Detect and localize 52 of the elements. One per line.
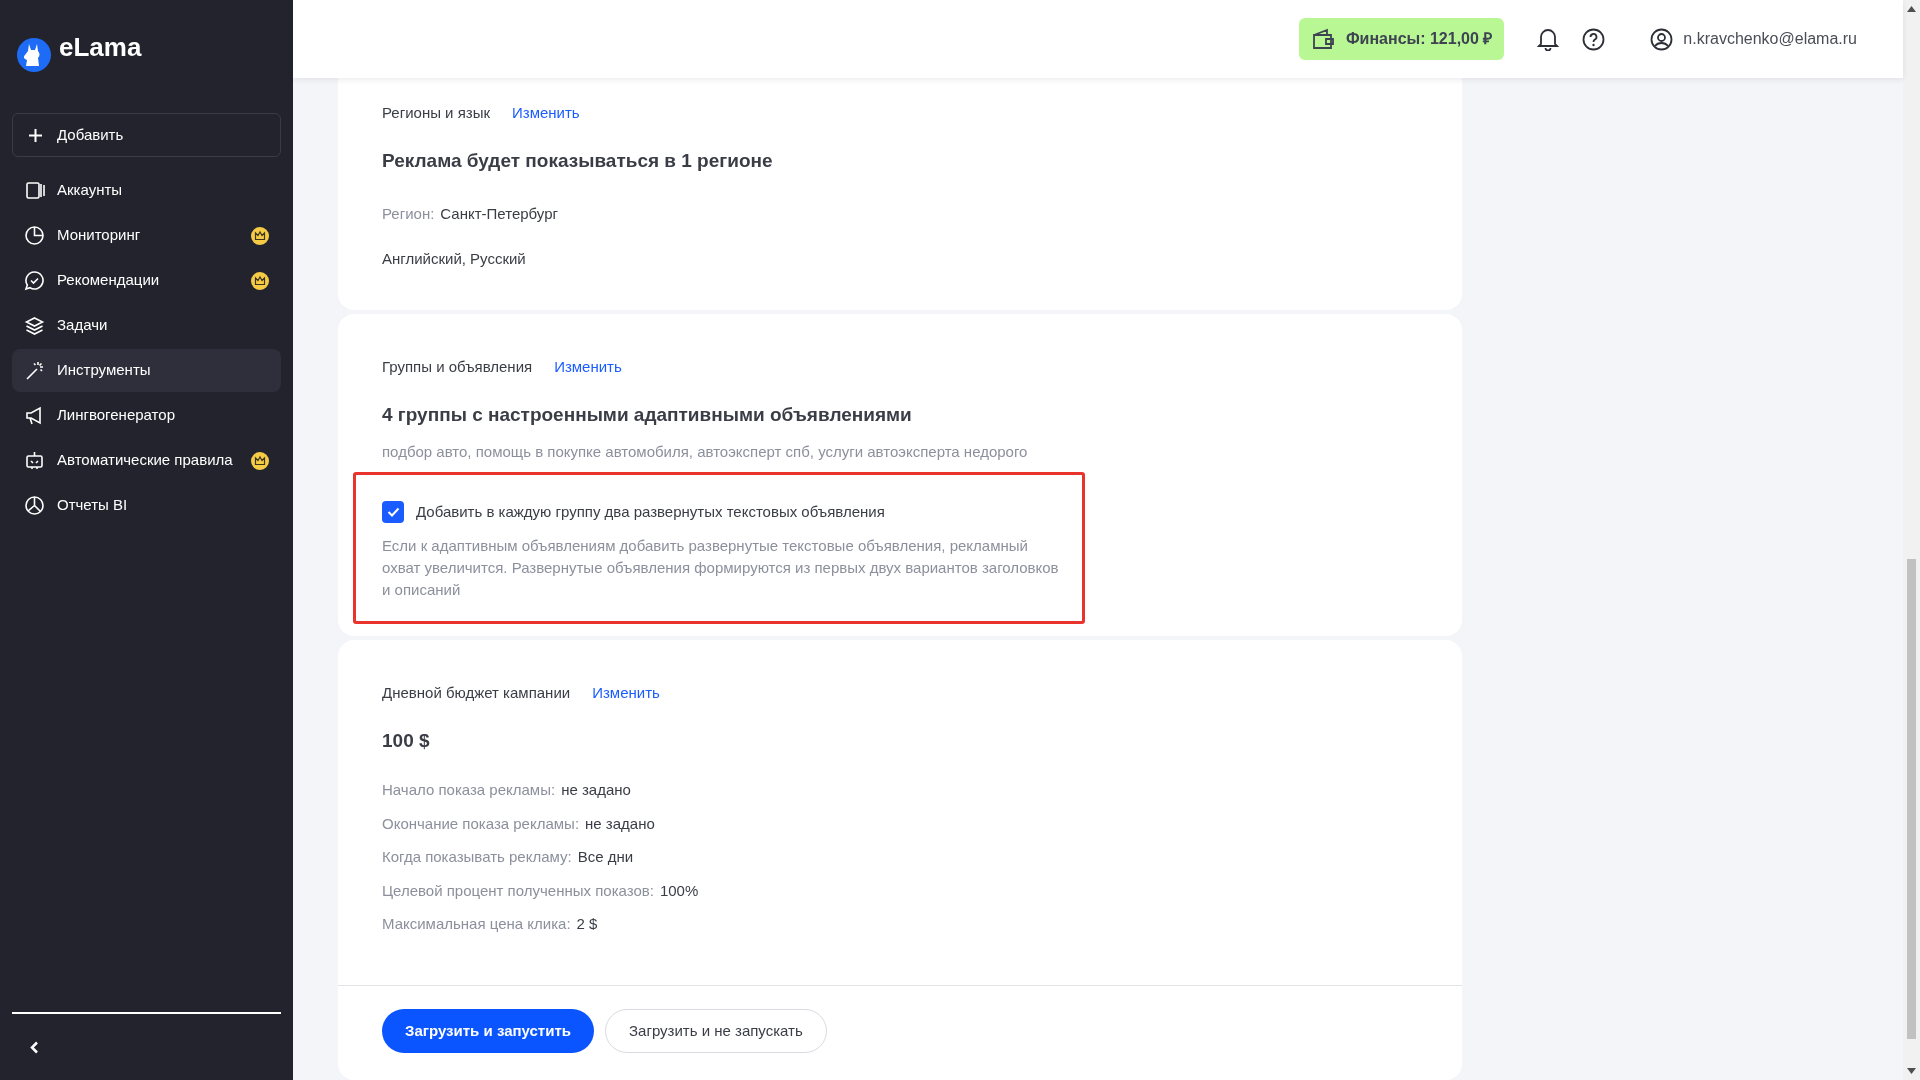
upload-and-start-button[interactable]: Загрузить и запустить (382, 1009, 594, 1053)
wallet-icon (1310, 28, 1335, 50)
checkbox-label: Добавить в каждую группу два развернутых текстовых объявления (416, 501, 885, 522)
detail-label: Регион: (382, 204, 435, 224)
detail-value: не задано (585, 813, 655, 834)
edit-link[interactable]: Изменить (512, 102, 580, 125)
sidebar-item[interactable]: Мониторинг (12, 214, 281, 257)
user-menu[interactable]: n.kravchenko@elama.ru (1650, 27, 1857, 51)
section-heading: 4 группы с настроенными адаптивными объявлениями (382, 402, 913, 427)
option-description: Если к адаптивным объявлениям добавить развернутые текстовые объявления, рекламный охват увеличится. Развернутые объявления формируются из первых двух вариантов заголовков и описаний (382, 536, 1060, 600)
detail-value: Все дни (577, 847, 634, 867)
detail-value: Санкт-Петербург (440, 204, 558, 224)
sidebar-item[interactable]: Рекомендации (12, 259, 281, 302)
scrollbar-thumb[interactable] (1907, 559, 1916, 1039)
sidebar-item[interactable]: Задачи (12, 304, 281, 347)
scrollbar[interactable] (1903, 0, 1920, 1080)
edit-link[interactable]: Изменить (592, 682, 660, 705)
detail-value: не задано (561, 780, 631, 800)
sidebar-item[interactable]: Аккаунты (12, 169, 281, 212)
section-label: Дневной бюджет кампании (382, 683, 571, 703)
keywords-text: подбор авто, помощь в покупке автомобиля, автоэксперт спб, услуги автоэксперта недорого (382, 442, 1029, 462)
edit-link[interactable]: Изменить (554, 356, 622, 379)
logo-text: eLama (59, 34, 142, 60)
detail-label: Когда показывать рекламу: (382, 847, 572, 867)
help-icon[interactable] (1582, 27, 1606, 51)
languages-text: Английский, Русский (382, 248, 527, 269)
detail-label: Максимальная цена клика: (382, 914, 571, 934)
checkmark-icon (386, 506, 400, 517)
scroll-up-arrow-icon[interactable] (1907, 6, 1916, 12)
collapse-sidebar-button[interactable] (27, 1040, 41, 1054)
detail-value: 100% (659, 880, 699, 901)
detail-label: Окончание показа рекламы: (382, 813, 580, 834)
detail-label: Начало показа рекламы: (382, 780, 556, 800)
section-label: Регионы и язык (382, 103, 490, 123)
upload-without-start-button[interactable]: Загрузить и не запускать (605, 1009, 827, 1053)
checkbox[interactable] (382, 500, 404, 523)
user-icon (1650, 27, 1674, 51)
llama-logo-icon (17, 38, 51, 72)
section-label: Группы и объявления (382, 357, 533, 377)
plus-icon (28, 127, 43, 143)
detail-value: 2 $ (576, 914, 598, 934)
sidebar-item[interactable]: Лингвогенератор (12, 394, 281, 437)
add-button[interactable]: Добавить (12, 113, 281, 157)
scroll-down-arrow-icon[interactable] (1907, 1068, 1916, 1074)
section-heading: Реклама будет показываться в 1 регионе (382, 148, 774, 173)
finance-button[interactable]: Финансы: 121,00 ₽ (1298, 18, 1505, 60)
detail-label: Целевой процент полученных показов: (382, 880, 654, 901)
sidebar-item[interactable]: Инструменты (12, 349, 281, 392)
bell-icon[interactable] (1537, 27, 1560, 51)
budget-amount: 100 $ (382, 728, 431, 753)
sidebar-item[interactable]: Автоматические правила (12, 439, 281, 482)
sidebar-item[interactable]: Отчеты BI (12, 484, 281, 527)
